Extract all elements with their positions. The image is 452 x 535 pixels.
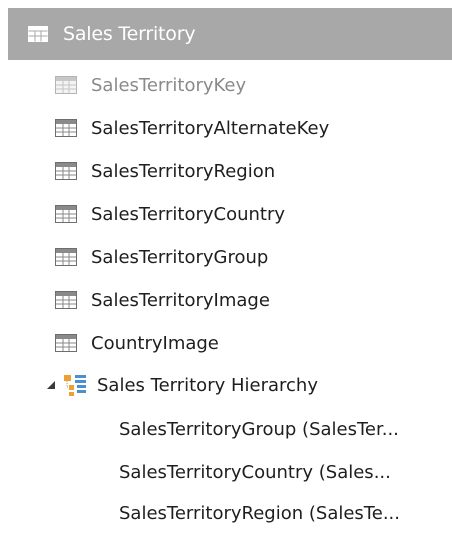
level-label: SalesTerritoryRegion (SalesTe... bbox=[119, 502, 400, 524]
hierarchy-level-region[interactable]: SalesTerritoryRegion (SalesTe... bbox=[119, 491, 452, 535]
field-label: SalesTerritoryGroup bbox=[91, 246, 269, 268]
field-sales-territory-region[interactable]: SalesTerritoryRegion bbox=[55, 149, 275, 193]
field-sales-territory-alternate-key[interactable]: SalesTerritoryAlternateKey bbox=[55, 106, 329, 150]
field-label: SalesTerritoryCountry bbox=[91, 203, 286, 225]
field-country-image[interactable]: CountryImage bbox=[55, 321, 219, 365]
level-label: SalesTerritoryCountry (Sales... bbox=[119, 461, 391, 483]
column-icon bbox=[55, 291, 77, 309]
level-label: SalesTerritoryGroup (SalesTer... bbox=[119, 418, 399, 440]
field-label: SalesTerritoryImage bbox=[91, 289, 270, 311]
table-header-sales-territory[interactable]: Sales Territory bbox=[8, 8, 452, 60]
field-label: SalesTerritoryKey bbox=[91, 74, 247, 96]
field-list-panel: Sales Territory SalesTerritoryKey SalesT… bbox=[0, 0, 452, 528]
column-icon bbox=[55, 162, 77, 180]
hierarchy-level-country[interactable]: SalesTerritoryCountry (Sales... bbox=[119, 450, 452, 494]
column-icon bbox=[55, 334, 77, 352]
table-icon bbox=[28, 26, 48, 42]
field-label: SalesTerritoryRegion bbox=[91, 160, 276, 182]
hierarchy-label: Sales Territory Hierarchy bbox=[97, 374, 318, 396]
column-icon bbox=[55, 205, 77, 223]
hierarchy-level-group[interactable]: SalesTerritoryGroup (SalesTer... bbox=[119, 407, 452, 451]
column-icon bbox=[55, 76, 77, 94]
field-sales-territory-country[interactable]: SalesTerritoryCountry bbox=[55, 192, 285, 236]
field-sales-territory-key[interactable]: SalesTerritoryKey bbox=[55, 63, 246, 107]
field-label: CountryImage bbox=[91, 332, 219, 354]
column-icon bbox=[55, 119, 77, 137]
hierarchy-icon bbox=[64, 375, 86, 396]
table-title: Sales Territory bbox=[63, 23, 196, 45]
field-label: SalesTerritoryAlternateKey bbox=[91, 117, 330, 139]
field-sales-territory-image[interactable]: SalesTerritoryImage bbox=[55, 278, 270, 322]
field-sales-territory-group[interactable]: SalesTerritoryGroup bbox=[55, 235, 268, 279]
expanded-triangle-icon[interactable] bbox=[46, 380, 56, 390]
column-icon bbox=[55, 248, 77, 266]
hierarchy-sales-territory[interactable]: Sales Territory Hierarchy bbox=[0, 363, 318, 407]
